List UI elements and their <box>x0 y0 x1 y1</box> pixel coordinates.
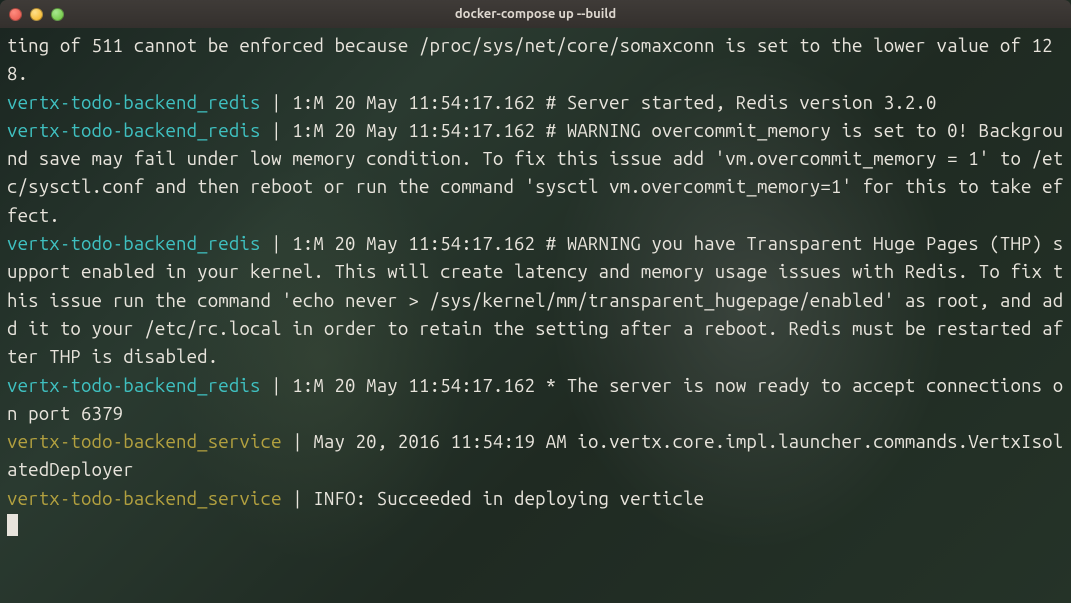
close-icon[interactable] <box>9 8 22 21</box>
service-prefix-service: vertx-todo-backend_service <box>7 431 282 452</box>
log-line: 1:M 20 May 11:54:17.162 # Server started… <box>292 92 936 113</box>
log-line: INFO: Succeeded in deploying verticle <box>313 488 704 509</box>
pipe-separator: | <box>282 431 314 452</box>
maximize-icon[interactable] <box>51 8 64 21</box>
service-prefix-redis: vertx-todo-backend_redis <box>7 120 261 141</box>
window-controls <box>0 8 64 21</box>
pipe-separator: | <box>261 120 293 141</box>
minimize-icon[interactable] <box>30 8 43 21</box>
window-title: docker-compose up --build <box>455 7 616 21</box>
pipe-separator: | <box>261 233 293 254</box>
pipe-separator: | <box>261 92 293 113</box>
titlebar[interactable]: docker-compose up --build <box>0 0 1071 28</box>
cursor <box>7 514 18 536</box>
service-prefix-redis: vertx-todo-backend_redis <box>7 92 261 113</box>
log-line: ting of 511 cannot be enforced because /… <box>7 35 1053 84</box>
service-prefix-redis: vertx-todo-backend_redis <box>7 375 261 396</box>
pipe-separator: | <box>282 488 314 509</box>
service-prefix-service: vertx-todo-backend_service <box>7 488 282 509</box>
pipe-separator: | <box>261 375 293 396</box>
terminal-output[interactable]: ting of 511 cannot be enforced because /… <box>0 28 1071 545</box>
service-prefix-redis: vertx-todo-backend_redis <box>7 233 261 254</box>
